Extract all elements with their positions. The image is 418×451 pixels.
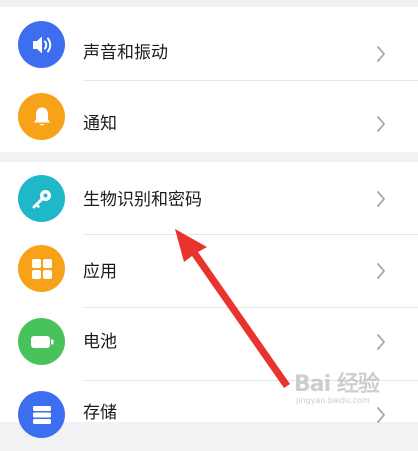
chevron-right-icon (377, 191, 385, 207)
settings-item-notification-label: 通知 (83, 114, 117, 134)
settings-item-apps-label: 应用 (83, 262, 117, 282)
settings-item-biometric[interactable]: 生物识别和密码 (0, 162, 418, 232)
settings-item-battery-label: 电池 (83, 332, 117, 352)
settings-item-notification[interactable]: 通知 (0, 81, 418, 151)
key-icon (18, 175, 65, 222)
chevron-right-icon (377, 407, 385, 423)
chevron-right-icon (377, 116, 385, 132)
chevron-right-icon (377, 46, 385, 62)
chevron-right-icon (377, 263, 385, 279)
speaker-icon (18, 21, 65, 68)
settings-group-2: 生物识别和密码 应用 电池 存储 (0, 162, 418, 438)
battery-icon (18, 318, 65, 365)
settings-item-sound[interactable]: 声音和振动 (0, 10, 418, 80)
settings-item-battery[interactable]: 电池 (0, 308, 418, 378)
apps-grid-icon (18, 245, 65, 292)
settings-item-biometric-label: 生物识别和密码 (83, 190, 202, 210)
settings-item-storage[interactable]: 存储 (0, 381, 418, 451)
chevron-right-icon (377, 334, 385, 350)
storage-icon (18, 391, 65, 438)
settings-item-sound-label: 声音和振动 (83, 43, 168, 63)
settings-item-apps[interactable]: 应用 (0, 235, 418, 305)
settings-item-storage-label: 存储 (83, 403, 117, 423)
settings-group-1: 声音和振动 通知 (0, 7, 418, 152)
bell-icon (18, 93, 65, 140)
